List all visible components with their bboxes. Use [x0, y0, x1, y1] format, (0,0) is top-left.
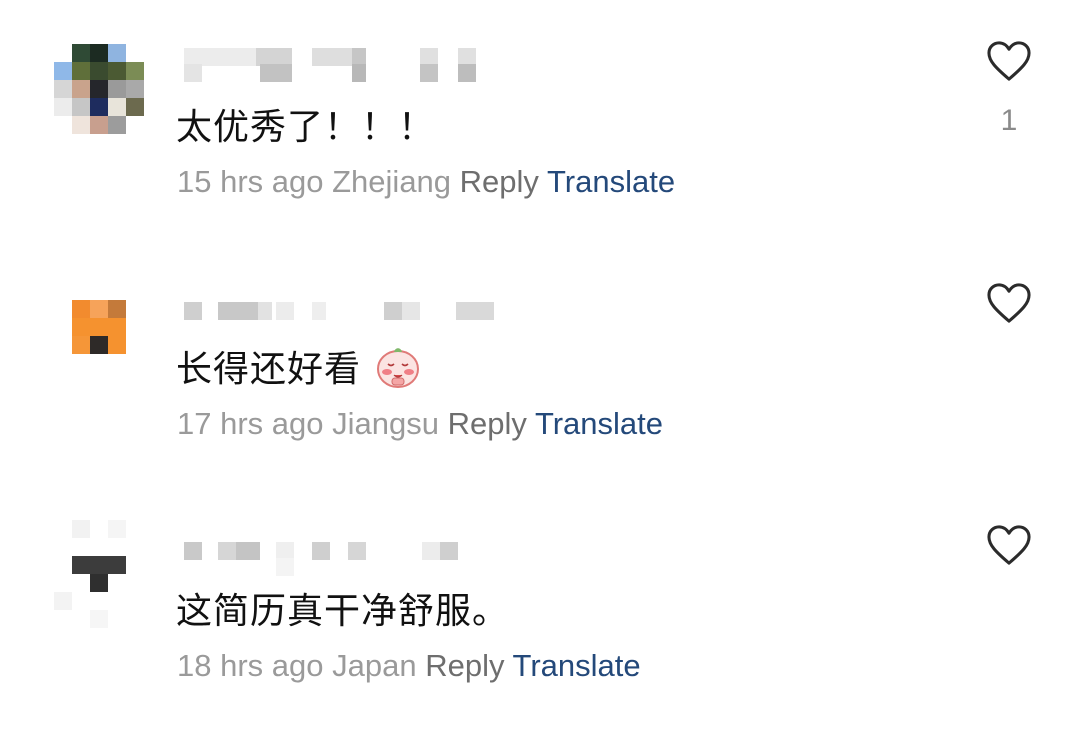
username-blurred[interactable]: [180, 300, 500, 340]
comment-text-content: 长得还好看: [176, 349, 362, 390]
avatar[interactable]: [54, 300, 148, 394]
comment-meta: 17 hrs ago Jiangsu Reply Translate: [177, 406, 663, 442]
avatar[interactable]: [54, 520, 148, 628]
reply-button[interactable]: Reply: [448, 406, 527, 441]
heart-outline-icon[interactable]: [986, 282, 1032, 324]
comment-text: 这简历真干净舒服。: [176, 591, 510, 632]
heart-outline-icon[interactable]: [986, 524, 1032, 566]
comment-text: 长得还好看: [176, 340, 421, 392]
reply-button[interactable]: Reply: [425, 648, 504, 683]
username-blurred[interactable]: [180, 540, 480, 580]
comment-meta: 18 hrs ago Japan Reply Translate: [177, 648, 641, 684]
red-blushing-sticker-icon: [377, 348, 420, 388]
comment-time: 18 hrs ago: [177, 648, 324, 683]
comment-location: Japan: [332, 648, 417, 683]
comment-time: 17 hrs ago: [177, 406, 324, 441]
translate-button[interactable]: Translate: [513, 648, 641, 683]
comment-item: 这简历真干净舒服。 18 hrs ago Japan Reply Transla…: [0, 0, 1080, 683]
translate-button[interactable]: Translate: [535, 406, 663, 441]
comment-location: Jiangsu: [332, 406, 439, 441]
